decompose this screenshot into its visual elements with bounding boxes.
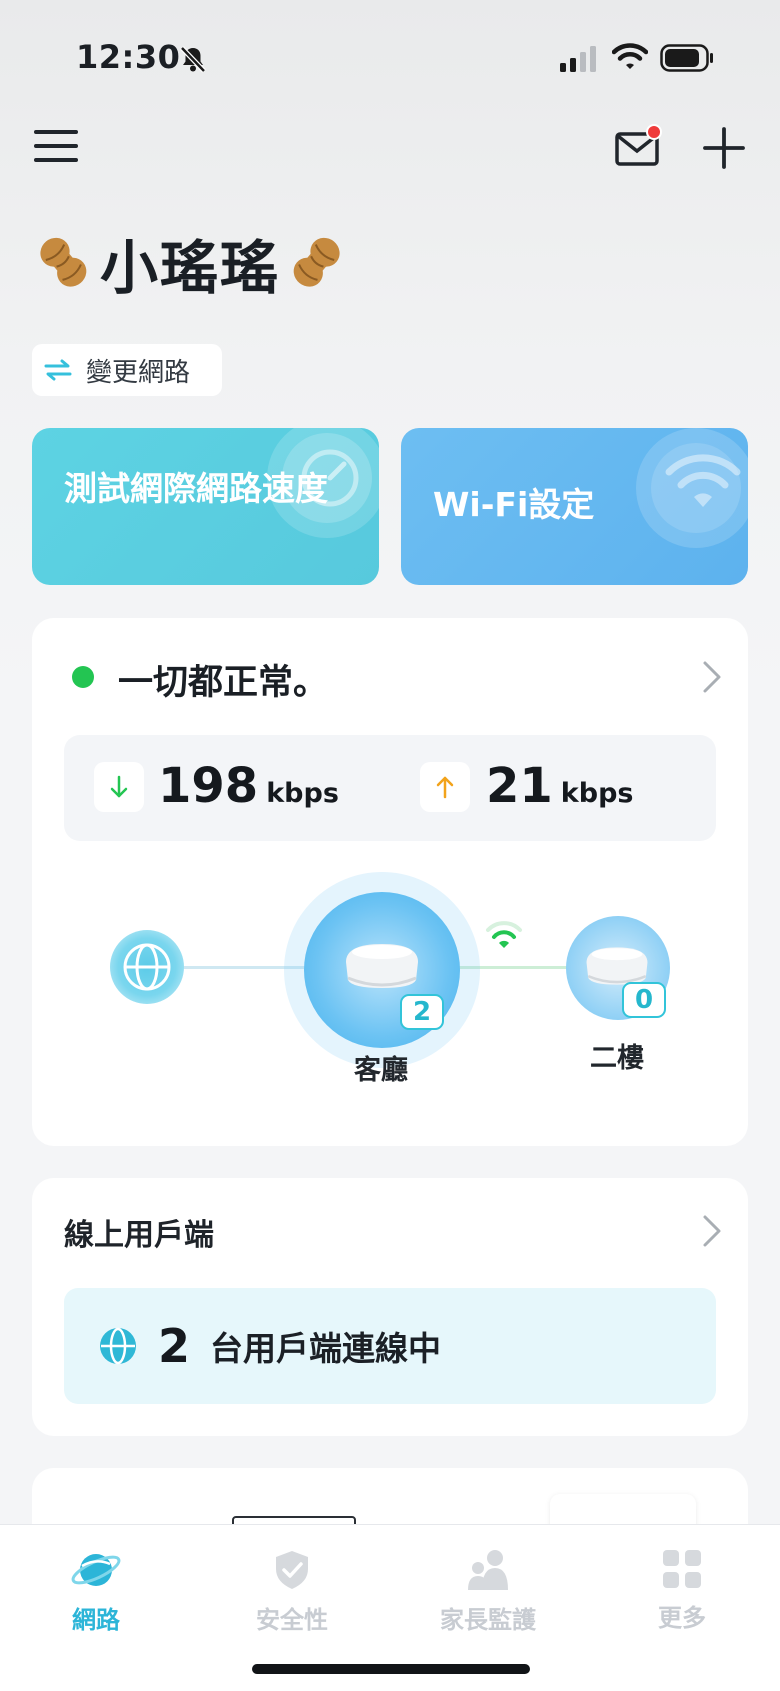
client-count-badge: 0 bbox=[622, 982, 666, 1018]
clients-summary-text: 台用戶端連線中 bbox=[210, 1329, 442, 1368]
tab-label: 網路 bbox=[72, 1606, 120, 1634]
node-label: 客廳 bbox=[354, 1055, 408, 1086]
battery-icon bbox=[660, 44, 713, 72]
download-value: 198 bbox=[158, 758, 259, 814]
speed-test-card[interactable]: 測試網際網路速度 bbox=[32, 428, 379, 585]
status-time: 12:30 bbox=[76, 38, 181, 76]
wifi-settings-card[interactable]: Wi-Fi設定 bbox=[401, 428, 748, 585]
globe-icon bbox=[123, 943, 171, 991]
tab-parental-controls[interactable]: 家長監護 bbox=[418, 1548, 558, 1635]
peanut-icon bbox=[293, 237, 340, 287]
bell-off-icon bbox=[180, 46, 206, 73]
menu-button[interactable] bbox=[34, 130, 78, 166]
wifi-settings-label: Wi-Fi設定 bbox=[433, 485, 595, 524]
chevron-right-icon[interactable] bbox=[702, 660, 722, 694]
tab-more[interactable]: 更多 bbox=[612, 1548, 752, 1633]
speed-test-label: 測試網際網路速度 bbox=[64, 469, 328, 508]
globe-icon bbox=[100, 1327, 136, 1365]
upload-unit: kbps bbox=[560, 778, 634, 809]
download-icon bbox=[94, 762, 144, 812]
clients-count: 2 bbox=[158, 1319, 191, 1373]
cellular-signal-icon bbox=[560, 46, 596, 72]
client-count-badge: 2 bbox=[400, 994, 444, 1030]
home-indicator bbox=[252, 1664, 530, 1674]
internet-node[interactable] bbox=[110, 930, 184, 1004]
change-network-button[interactable]: 變更網路 bbox=[32, 344, 222, 396]
download-speed: 198 kbps bbox=[158, 758, 339, 814]
swap-icon bbox=[44, 359, 72, 381]
download-unit: kbps bbox=[266, 778, 339, 809]
family-icon bbox=[468, 1550, 508, 1590]
upload-value: 21 bbox=[486, 758, 553, 814]
shield-icon bbox=[276, 1551, 308, 1589]
tab-label: 家長監護 bbox=[440, 1606, 536, 1634]
tab-security[interactable]: 安全性 bbox=[222, 1548, 362, 1635]
wifi-status-icon bbox=[612, 43, 648, 69]
router-device-icon bbox=[346, 944, 418, 988]
status-ok-dot bbox=[72, 666, 94, 688]
online-clients-title: 線上用戶端 bbox=[64, 1218, 214, 1253]
tab-label: 安全性 bbox=[256, 1606, 328, 1634]
network-status-text: 一切都正常。 bbox=[118, 663, 329, 703]
tab-label: 更多 bbox=[658, 1604, 706, 1632]
node-label: 二樓 bbox=[590, 1043, 644, 1074]
planet-icon bbox=[71, 1554, 121, 1586]
tab-network[interactable]: 網路 bbox=[26, 1548, 166, 1635]
chevron-right-icon[interactable] bbox=[702, 1214, 722, 1248]
upload-icon bbox=[420, 762, 470, 812]
wifi-signal-icon bbox=[486, 921, 522, 948]
notification-dot bbox=[646, 124, 662, 140]
clients-summary: 2 台用戶端連線中 bbox=[64, 1288, 716, 1404]
change-network-label: 變更網路 bbox=[86, 357, 191, 388]
upload-speed: 21 kbps bbox=[486, 758, 633, 814]
peanut-icon bbox=[40, 237, 87, 287]
network-name: 小瑤瑤 bbox=[100, 234, 281, 302]
network-name-title: 小瑤瑤 bbox=[32, 228, 348, 302]
grid-icon bbox=[663, 1550, 701, 1588]
add-button[interactable] bbox=[702, 126, 746, 170]
